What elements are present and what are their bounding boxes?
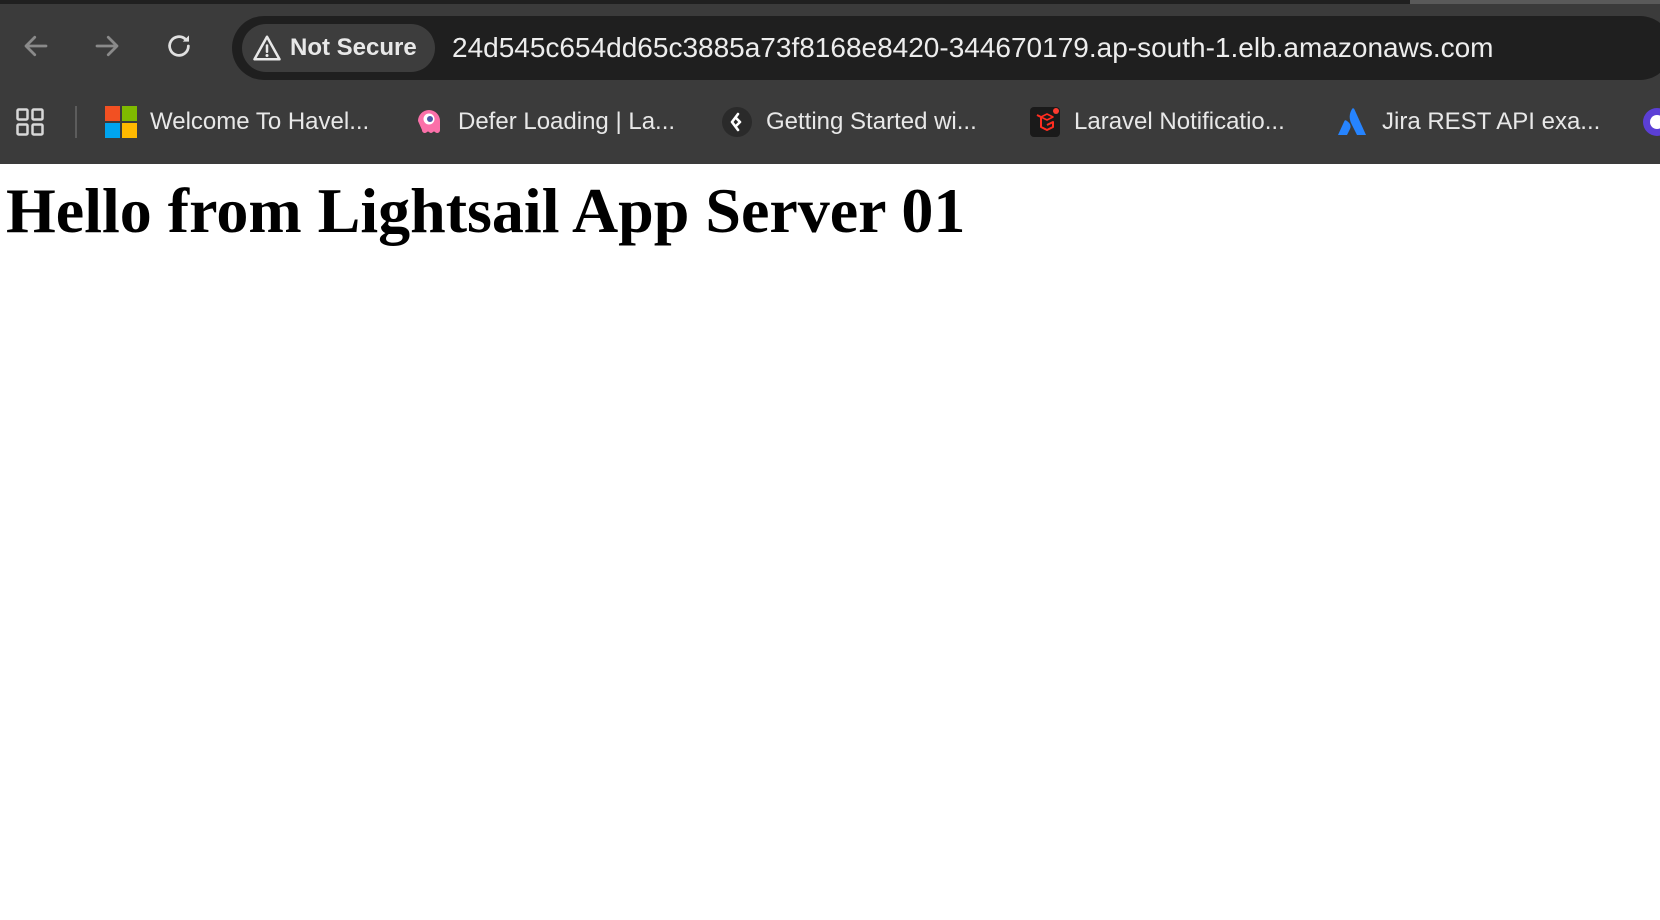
atlassian-logo-icon	[1336, 105, 1370, 139]
reload-icon	[168, 35, 190, 57]
bookmark-laravel-notifications[interactable]: Laravel Notificatio...	[1028, 102, 1285, 142]
page-heading: Hello from Lightsail App Server 01	[6, 175, 966, 246]
address-bar[interactable]: Not Secure 24d545c654dd65c3885a73f8168e8…	[232, 16, 1660, 80]
bookmark-label: Welcome To Havel...	[150, 108, 370, 135]
bookmarks-divider	[75, 106, 77, 138]
arrow-right-icon	[95, 35, 119, 57]
bookmark-label: Jira REST API exa...	[1382, 108, 1601, 135]
bookmark-overflow[interactable]	[1640, 102, 1660, 142]
tab-strip-edge	[0, 0, 1660, 4]
forward-button[interactable]	[86, 25, 128, 67]
back-button[interactable]	[15, 25, 57, 67]
purple-circle-logo-icon	[1640, 105, 1660, 139]
bookmark-welcome[interactable]: Welcome To Havel...	[104, 102, 369, 142]
browser-chrome: Not Secure 24d545c654dd65c3885a73f8168e8…	[0, 0, 1660, 164]
warning-triangle-icon	[253, 35, 281, 61]
security-label: Not Secure	[290, 34, 417, 61]
diamond-arrow-logo-icon	[720, 105, 754, 139]
bookmark-label: Defer Loading | La...	[458, 108, 676, 135]
url-text[interactable]: 24d545c654dd65c3885a73f8168e8420-3446701…	[452, 16, 1494, 80]
apps-grid-icon	[16, 108, 44, 136]
bookmarks-bar: Welcome To Havel... Defer Loading | La..…	[0, 98, 1660, 146]
bookmark-getting-started[interactable]: Getting Started wi...	[720, 102, 977, 142]
livewire-logo-icon	[412, 105, 446, 139]
arrow-left-icon	[24, 35, 48, 57]
bookmark-defer-loading[interactable]: Defer Loading | La...	[412, 102, 675, 142]
security-indicator[interactable]: Not Secure	[242, 24, 435, 72]
page-content: Hello from Lightsail App Server 01	[0, 164, 1660, 920]
bookmark-label: Laravel Notificatio...	[1074, 108, 1285, 135]
reload-button[interactable]	[158, 25, 200, 67]
bookmark-jira-rest-api[interactable]: Jira REST API exa...	[1336, 102, 1600, 142]
apps-button[interactable]	[14, 106, 46, 138]
tab-edge	[1410, 0, 1660, 4]
laravel-logo-icon	[1028, 105, 1062, 139]
microsoft-logo-icon	[104, 105, 138, 139]
bookmark-label: Getting Started wi...	[766, 108, 977, 135]
